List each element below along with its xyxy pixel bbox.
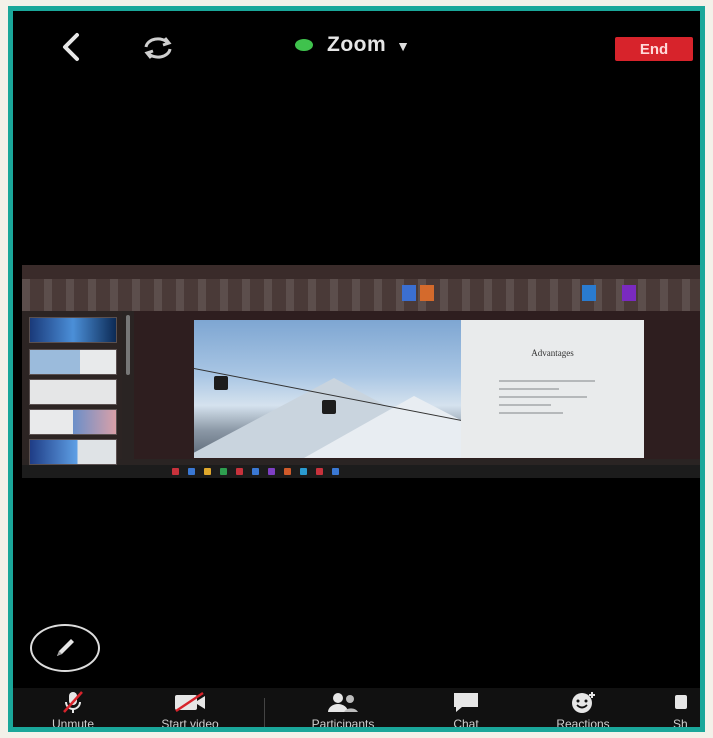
ribbon-icon — [420, 285, 434, 301]
participants-icon — [326, 690, 360, 714]
slide-text-line — [499, 404, 551, 406]
back-icon[interactable] — [51, 27, 91, 67]
presenter-ribbon — [22, 279, 700, 311]
taskbar-icon — [236, 468, 243, 475]
meeting-toolbar: Unmute Start video Participants Chat Rea… — [13, 688, 700, 731]
taskbar-icon — [284, 468, 291, 475]
share-icon — [673, 690, 697, 714]
taskbar-icon — [204, 468, 211, 475]
screenshot-frame: Zoom ▼ End Advantages Unmute Start video… — [8, 6, 705, 732]
share-label: Sh — [673, 717, 688, 731]
toolbar-divider — [264, 698, 265, 727]
unmute-button[interactable]: Unmute — [33, 688, 113, 731]
ribbon-icon — [582, 285, 596, 301]
start-video-button[interactable]: Start video — [135, 688, 245, 731]
slide-canvas: Advantages — [134, 311, 700, 459]
participants-button[interactable]: Participants — [293, 688, 393, 731]
taskbar-icon — [332, 468, 339, 475]
slide-thumbnail — [29, 379, 117, 405]
top-bar: Zoom ▼ End — [13, 19, 700, 73]
taskbar-icon — [316, 468, 323, 475]
taskbar-icon — [188, 468, 195, 475]
chat-button[interactable]: Chat — [431, 688, 501, 731]
taskbar-icon — [300, 468, 307, 475]
unmute-label: Unmute — [51, 717, 95, 731]
reactions-button[interactable]: Reactions — [538, 688, 628, 731]
presenter-window-titlebar — [22, 265, 700, 279]
slide-text-line — [499, 388, 559, 390]
taskbar-icon — [220, 468, 227, 475]
end-meeting-button[interactable]: End — [615, 37, 693, 61]
reactions-label: Reactions — [556, 717, 610, 731]
slide-thumbnail — [29, 439, 117, 465]
taskbar-icon — [172, 468, 179, 475]
thumbnails-scrollbar[interactable] — [126, 315, 130, 375]
slide-text-panel: Advantages — [461, 320, 644, 458]
meeting-title: Zoom — [327, 33, 387, 56]
share-button[interactable]: Sh — [673, 688, 700, 731]
slide-thumbnail — [29, 317, 117, 343]
video-off-icon — [173, 690, 207, 714]
slide-heading: Advantages — [531, 348, 574, 358]
chat-icon — [449, 690, 483, 714]
cable-car — [214, 376, 228, 390]
presenter-taskbar — [22, 465, 700, 478]
taskbar-icon — [252, 468, 259, 475]
participants-label: Participants — [311, 717, 375, 731]
connection-status-icon — [295, 39, 313, 51]
reactions-icon — [566, 690, 600, 714]
slide-thumbnails-panel — [22, 311, 122, 465]
meeting-title-menu[interactable]: Zoom ▼ — [295, 33, 411, 57]
slide-thumbnail — [29, 409, 117, 435]
slide-thumbnail — [29, 349, 117, 375]
zoom-meeting-screen: Zoom ▼ End Advantages Unmute Start video… — [13, 11, 700, 727]
slide-text-line — [499, 412, 563, 414]
pencil-icon — [57, 639, 74, 656]
slide-text-line — [499, 396, 587, 398]
shared-screen[interactable]: Advantages — [22, 265, 700, 478]
chat-label: Chat — [453, 717, 479, 731]
start-video-label: Start video — [161, 717, 219, 731]
cable-car-photo — [194, 320, 461, 458]
switch-camera-icon[interactable] — [138, 29, 178, 67]
cable-car — [322, 400, 336, 414]
annotate-pen-button[interactable] — [30, 624, 100, 672]
chevron-down-icon: ▼ — [396, 38, 411, 54]
taskbar-icon — [268, 468, 275, 475]
ribbon-icon — [402, 285, 416, 301]
current-slide: Advantages — [194, 320, 644, 458]
slide-text-line — [499, 380, 595, 382]
microphone-muted-icon — [56, 690, 90, 714]
ribbon-icon — [622, 285, 636, 301]
